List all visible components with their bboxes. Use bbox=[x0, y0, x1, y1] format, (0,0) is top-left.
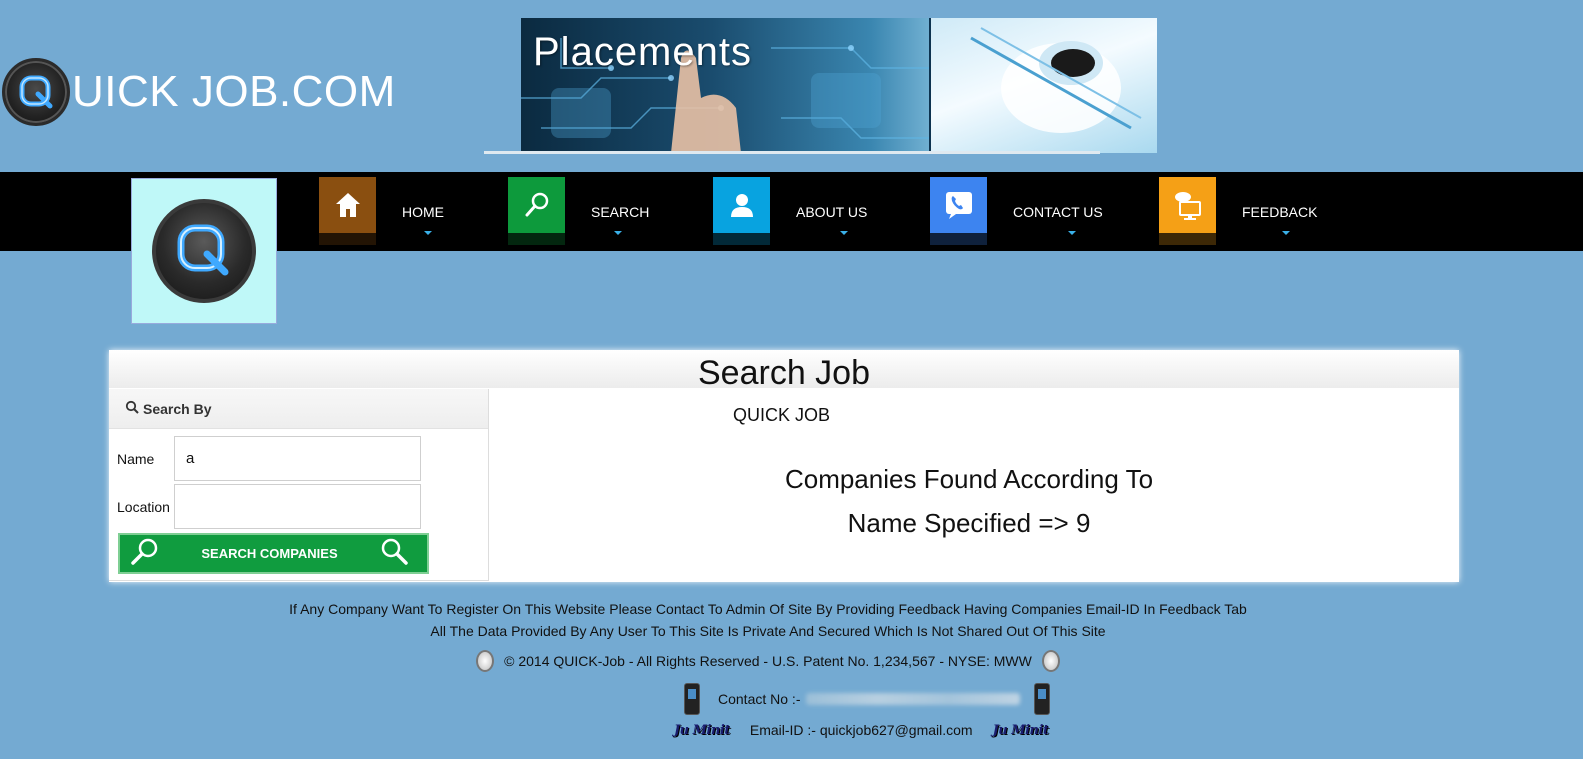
mobile-phone-icon bbox=[1034, 683, 1051, 715]
contact-number-redacted bbox=[806, 693, 1021, 705]
sidebar-title: Search By bbox=[143, 400, 212, 417]
nav-about-us[interactable]: ABOUT US bbox=[713, 177, 867, 247]
panel-title: Search Job bbox=[698, 354, 870, 392]
search-sidebar: Search By Name Location SEARCH COMPANIES bbox=[109, 389, 489, 581]
panel-subtitle: QUICK JOB bbox=[733, 405, 831, 425]
email-row: Ju Minit Email-ID :- quickjob627@gmail.c… bbox=[674, 722, 1049, 738]
search-icon bbox=[130, 536, 160, 571]
site-brand[interactable]: UICK JOB.COM bbox=[2, 58, 396, 126]
chevron-down-icon bbox=[424, 231, 432, 235]
nav-search[interactable]: SEARCH bbox=[508, 177, 649, 247]
phone-icon bbox=[930, 177, 987, 245]
contact-label: Contact No :- bbox=[718, 691, 801, 707]
magnifier-icon bbox=[125, 400, 139, 417]
contact-row: Contact No :- bbox=[684, 683, 1051, 715]
nav-contact-us-label: CONTACT US bbox=[1013, 204, 1103, 220]
coin-icon bbox=[476, 650, 495, 672]
search-icon bbox=[379, 536, 409, 571]
sidebar-header: Search By bbox=[109, 389, 488, 429]
user-icon bbox=[713, 177, 770, 245]
home-icon bbox=[319, 177, 376, 245]
copyright-text: © 2014 QUICK-Job - All Rights Reserved -… bbox=[504, 653, 1032, 669]
nav-about-us-label: ABOUT US bbox=[796, 204, 868, 220]
search-icon bbox=[508, 177, 565, 245]
footer-notice-2: All The Data Provided By Any User To Thi… bbox=[430, 623, 1106, 639]
search-job-panel: Search Job Search By Name Location bbox=[109, 350, 1459, 582]
feedback-icon bbox=[1159, 177, 1216, 245]
signature-logo: Ju Minit bbox=[992, 722, 1049, 738]
banner-coffee-image bbox=[931, 18, 1157, 153]
copyright-row: © 2014 QUICK-Job - All Rights Reserved -… bbox=[0, 650, 1536, 672]
q-logo-icon[interactable] bbox=[2, 58, 70, 126]
signature-logo: Ju Minit bbox=[674, 722, 730, 738]
placements-banner: Placements bbox=[521, 18, 1157, 153]
name-input[interactable] bbox=[174, 436, 421, 481]
location-input[interactable] bbox=[174, 484, 421, 529]
coin-icon bbox=[1041, 650, 1060, 672]
nav-home[interactable]: HOME bbox=[319, 177, 444, 247]
chevron-down-icon bbox=[1068, 231, 1076, 235]
banner-title: Placements bbox=[533, 30, 752, 74]
search-companies-label: SEARCH COMPANIES bbox=[201, 546, 338, 561]
search-companies-button[interactable]: SEARCH COMPANIES bbox=[118, 533, 429, 574]
chevron-down-icon bbox=[614, 231, 622, 235]
result-line-2: Name Specified => 9 bbox=[847, 508, 1091, 538]
name-row: Name bbox=[117, 436, 421, 481]
footer-notice-1: If Any Company Want To Register On This … bbox=[289, 601, 1247, 617]
mobile-phone-icon bbox=[684, 683, 700, 715]
location-row: Location bbox=[117, 484, 421, 529]
nav-search-label: SEARCH bbox=[591, 204, 650, 220]
nav-feedback[interactable]: FEEDBACK bbox=[1159, 177, 1317, 247]
name-label: Name bbox=[117, 450, 155, 467]
nav-home-label: HOME bbox=[402, 204, 444, 220]
nav-feedback-label: FEEDBACK bbox=[1242, 204, 1318, 220]
page: UICK JOB.COM Placements HOME SEARCH ABOU… bbox=[0, 0, 1583, 759]
site-title: UICK JOB.COM bbox=[72, 67, 396, 116]
nav-contact-us[interactable]: CONTACT US bbox=[930, 177, 1103, 247]
nav-logo[interactable] bbox=[131, 178, 277, 324]
chevron-down-icon bbox=[1282, 231, 1290, 235]
result-line-1: Companies Found According To bbox=[784, 464, 1154, 494]
location-label: Location bbox=[117, 498, 170, 515]
chevron-down-icon bbox=[840, 231, 848, 235]
email-text[interactable]: Email-ID :- quickjob627@gmail.com bbox=[750, 722, 973, 738]
banner-underline bbox=[484, 151, 1100, 154]
q-logo-large-icon bbox=[152, 199, 256, 303]
